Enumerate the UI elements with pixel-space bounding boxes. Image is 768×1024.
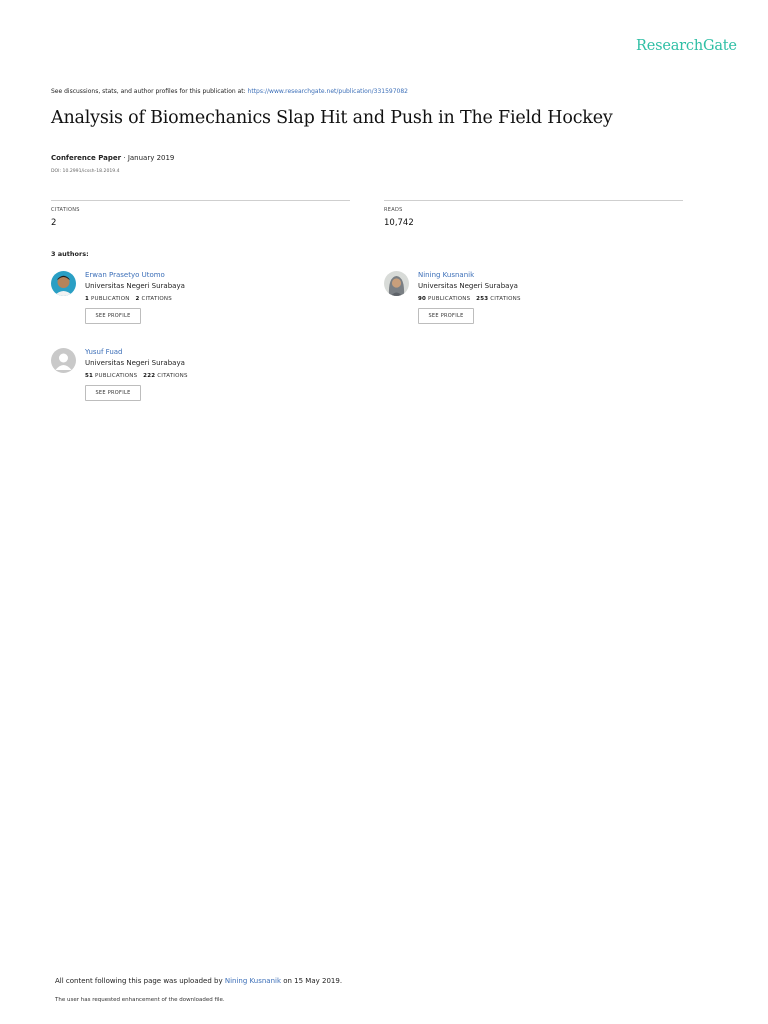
upload-suffix: on 15 May 2019. (281, 977, 343, 985)
citations-value: 2 (51, 218, 57, 228)
publications-label: PUBLICATIONS (95, 373, 138, 379)
publications-label: PUBLICATION (90, 296, 130, 302)
citations-count: 253 (476, 296, 489, 302)
upload-notice: All content following this page was uplo… (55, 977, 342, 985)
publications-label: PUBLICATIONS (428, 296, 471, 302)
discussion-line: See discussions, stats, and author profi… (51, 88, 408, 95)
upload-prefix: All content following this page was uplo… (55, 977, 225, 985)
author-stats: 90 PUBLICATIONS 253 CITATIONS (418, 296, 521, 302)
publication-date: January 2019 (127, 154, 175, 162)
author-avatar[interactable] (384, 271, 409, 296)
reads-stat: READS 10,742 (384, 200, 683, 228)
see-profile-button[interactable]: SEE PROFILE (418, 308, 474, 324)
author-info: Erwan Prasetyo Utomo Universitas Negeri … (85, 271, 185, 324)
authors-heading: 3 authors: (51, 250, 89, 258)
citations-stat: CITATIONS 2 (51, 200, 350, 228)
author-name[interactable]: Erwan Prasetyo Utomo (85, 271, 185, 279)
author-name[interactable]: Nining Kusnanik (418, 271, 521, 279)
publications-count: 1 (85, 296, 90, 302)
reads-label: READS (384, 207, 403, 213)
publication-meta: Conference Paper · January 2019 (51, 154, 174, 162)
publication-title: Analysis of Biomechanics Slap Hit and Pu… (51, 108, 613, 128)
citations-count: 222 (143, 373, 156, 379)
avatar-photo-icon (384, 271, 409, 296)
uploader-link[interactable]: Nining Kusnanik (225, 977, 281, 985)
author-info: Yusuf Fuad Universitas Negeri Surabaya 5… (85, 348, 188, 401)
see-profile-button[interactable]: SEE PROFILE (85, 308, 141, 324)
author-avatar[interactable] (51, 348, 76, 373)
publication-type: Conference Paper (51, 154, 122, 162)
author-name[interactable]: Yusuf Fuad (85, 348, 188, 356)
author-institution: Universitas Negeri Surabaya (85, 282, 185, 290)
author-institution: Universitas Negeri Surabaya (418, 282, 518, 290)
author-avatar[interactable] (51, 271, 76, 296)
author-info: Nining Kusnanik Universitas Negeri Surab… (418, 271, 521, 324)
researchgate-logo[interactable]: ResearchGate (636, 38, 737, 54)
publications-count: 90 (418, 296, 427, 302)
author-institution: Universitas Negeri Surabaya (85, 359, 185, 367)
see-profile-button[interactable]: SEE PROFILE (85, 385, 141, 401)
publications-count: 51 (85, 373, 94, 379)
default-avatar-icon (51, 348, 76, 373)
author-stats: 51 PUBLICATIONS 222 CITATIONS (85, 373, 188, 379)
citations-label: CITATIONS (51, 207, 80, 213)
meta-separator: · (121, 154, 128, 162)
discussion-prefix: See discussions, stats, and author profi… (51, 88, 248, 95)
enhancement-note: The user has requested enhancement of th… (55, 997, 225, 1003)
citations-count: 2 (135, 296, 140, 302)
author-stats: 1 PUBLICATION 2 CITATIONS (85, 296, 185, 302)
reads-value: 10,742 (384, 218, 414, 228)
publication-link[interactable]: https://www.researchgate.net/publication… (248, 88, 408, 95)
doi: DOI: 10.2991/icssh-18.2019.4 (51, 169, 120, 174)
citations-label: CITATIONS (141, 296, 172, 302)
citations-label: CITATIONS (157, 373, 188, 379)
avatar-photo-icon (51, 271, 76, 296)
citations-label: CITATIONS (490, 296, 521, 302)
